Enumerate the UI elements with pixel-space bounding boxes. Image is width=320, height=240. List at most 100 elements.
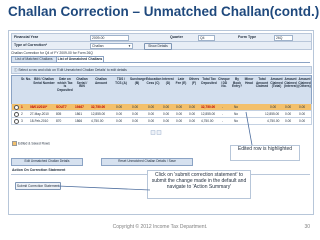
cell-claimed: 12,855.00 bbox=[265, 112, 280, 117]
legend-swatch bbox=[12, 141, 17, 146]
cell-date: 27-May-2010 bbox=[30, 112, 49, 117]
col-header-date: Date on which Tax is Deposited bbox=[57, 77, 73, 93]
col-header-interest: Interest (D) bbox=[162, 77, 174, 85]
col-header-fee: Late Fee (E) bbox=[175, 77, 187, 85]
cell-book: No bbox=[234, 105, 239, 110]
cell-serial: 1861 bbox=[75, 112, 83, 117]
pager-controls[interactable] bbox=[11, 130, 310, 135]
table-row[interactable]: 1 08/01/2010* SOUT7 19467 32,750.00 0.00… bbox=[11, 104, 312, 111]
cell-cheque: - bbox=[222, 119, 224, 124]
cell-total: 32,750.00 bbox=[201, 105, 216, 110]
cell-others: 0.00 bbox=[189, 119, 196, 124]
cell-fee: 0.00 bbox=[176, 119, 183, 124]
type-of-correction-value: Challan bbox=[92, 44, 104, 48]
cell-bsr: 870 bbox=[56, 119, 62, 124]
cell-others: 0.00 bbox=[189, 112, 196, 117]
cell-cheque: - bbox=[222, 112, 224, 117]
cell-tds: 0.00 bbox=[116, 105, 123, 110]
row-select-radio[interactable] bbox=[14, 119, 19, 125]
slide-footer: Copyright © 2012 Income Tax Department. bbox=[112, 224, 208, 230]
cell-interest: 0.00 bbox=[163, 119, 170, 124]
cell-surcharge: 0.00 bbox=[132, 112, 139, 117]
callout-edited-row: Edited row is highlighted bbox=[230, 145, 300, 161]
cell-serial: 19467 bbox=[75, 105, 84, 110]
cell-fee: 0.00 bbox=[176, 112, 183, 117]
chevron-down-icon: ▼ bbox=[128, 44, 131, 48]
row-select-radio[interactable] bbox=[14, 105, 19, 111]
cell-cess: 0.00 bbox=[148, 119, 155, 124]
cell-amount: 32,750.00 bbox=[91, 105, 106, 110]
cell-claimed: 0.00 bbox=[270, 105, 277, 110]
cell-date: 18-Feb-2010 bbox=[30, 119, 49, 124]
cell-claimed-oth: 0.00 bbox=[299, 112, 306, 117]
cell-interest: 0.00 bbox=[163, 112, 170, 117]
callout-submit-hint: Click on 'submit correction statement' t… bbox=[147, 170, 251, 199]
col-header-sr: Sr. No. bbox=[20, 77, 32, 81]
header-row-correction: Type of Correction* Challan ▼ Show Detai… bbox=[11, 41, 312, 50]
col-header-book: By Book Entry? bbox=[231, 77, 243, 89]
cell-cheque: - bbox=[222, 105, 224, 110]
legend-text: Edited & Saved Rows bbox=[18, 141, 50, 146]
table-row[interactable]: 2 27-May-2010 805 1861 12,855.00 0.00 0.… bbox=[11, 111, 312, 118]
cell-sr: 3 bbox=[21, 119, 23, 124]
slide-title: Challan Correction – Unmatched Challan(c… bbox=[8, 4, 320, 19]
cell-tds: 0.00 bbox=[116, 112, 123, 117]
cell-bsr: SOUT7 bbox=[56, 105, 67, 110]
table-row[interactable]: 3 18-Feb-2010 870 1866 4,750.00 0.00 0.0… bbox=[11, 118, 312, 125]
cell-claimed: 4,750.00 bbox=[267, 119, 280, 124]
row-select-radio[interactable] bbox=[14, 112, 19, 118]
col-header-claimed-total: Amount Claimed (Total) bbox=[270, 77, 283, 89]
table-pager bbox=[11, 130, 310, 135]
submit-correction-statement-button[interactable]: Submit Correction Statement bbox=[15, 182, 61, 190]
col-header-minor: Minor Head bbox=[244, 77, 254, 85]
reset-save-unmatched-challan-button[interactable]: Reset Unmatched Challan Details / Save bbox=[101, 158, 193, 166]
table-header: Sr. No. BIN / Challan Serial Number Date… bbox=[11, 75, 312, 105]
cell-fee: 0.00 bbox=[176, 105, 183, 110]
col-header-cheque: Cheque / DD No. bbox=[218, 77, 230, 89]
tab-divider bbox=[11, 62, 310, 63]
info-bar-text: Select a row and click on 'Edit Unmatche… bbox=[18, 68, 127, 72]
cell-claimed-int: 0.00 bbox=[285, 119, 292, 124]
cell-amount: 12,855.00 bbox=[91, 112, 106, 117]
correction-context-text: Challan Correction for Q4 of FY 2009-00 … bbox=[11, 51, 93, 55]
show-details-button[interactable]: Show Details bbox=[144, 42, 172, 50]
cell-amount: 4,750.00 bbox=[91, 119, 104, 124]
action-section-label: Action On Correction Statement bbox=[12, 168, 66, 172]
edit-unmatched-challan-button[interactable]: Edit Unmatched Challan Details bbox=[11, 158, 83, 166]
cell-claimed-int: 0.00 bbox=[285, 112, 292, 117]
cell-total: 4,750.00 bbox=[201, 119, 214, 124]
col-header-tds: TDS / TCS (A) bbox=[115, 77, 127, 85]
cell-bsr: 805 bbox=[56, 112, 62, 117]
cell-others: 0.00 bbox=[189, 105, 196, 110]
slide-page-number: 30 bbox=[304, 224, 310, 230]
cell-serial: 1866 bbox=[75, 119, 83, 124]
legend: Edited & Saved Rows bbox=[12, 141, 50, 146]
cell-claimed-oth: 0.00 bbox=[299, 119, 306, 124]
cell-book: No bbox=[234, 112, 239, 117]
cell-claimed-int: 0.00 bbox=[285, 105, 292, 110]
financial-year-label: Financial Year bbox=[14, 35, 39, 40]
col-header-cess: Education Cess (C) bbox=[146, 77, 162, 85]
type-of-correction-select[interactable]: Challan ▼ bbox=[90, 43, 133, 50]
type-of-correction-label: Type of Correction* bbox=[14, 43, 48, 48]
col-header-claimed-oth: Amount Claimed (Others) bbox=[298, 77, 311, 89]
cell-total: 12,855.00 bbox=[201, 112, 216, 117]
form-type-label: Form Type bbox=[238, 35, 257, 40]
info-bar: ⓘ Select a row and click on 'Edit Unmatc… bbox=[11, 66, 312, 74]
cell-interest: 0.00 bbox=[163, 105, 170, 110]
cell-tds: 0.00 bbox=[116, 119, 123, 124]
cell-claimed-oth: 0.00 bbox=[299, 105, 306, 110]
cell-book: No bbox=[234, 119, 239, 124]
col-header-serial: Challan Serial / BIN bbox=[76, 77, 88, 89]
col-header-claimed-int: Amount Claimed (Interest) bbox=[284, 77, 298, 89]
cell-surcharge: 0.00 bbox=[132, 105, 139, 110]
col-header-claimed: Total Amount Claimed bbox=[255, 77, 269, 89]
quarter-label: Quarter bbox=[170, 35, 183, 40]
col-header-bin: BIN / Challan Serial Number bbox=[33, 77, 55, 85]
cell-cess: 0.00 bbox=[148, 112, 155, 117]
col-header-others: Others (F) bbox=[188, 77, 200, 85]
col-header-total: Total Tax Deposited bbox=[201, 77, 217, 85]
col-header-surcharge: Surcharge (B) bbox=[130, 77, 146, 85]
cell-surcharge: 0.00 bbox=[132, 119, 139, 124]
cell-cess: 0.00 bbox=[148, 105, 155, 110]
